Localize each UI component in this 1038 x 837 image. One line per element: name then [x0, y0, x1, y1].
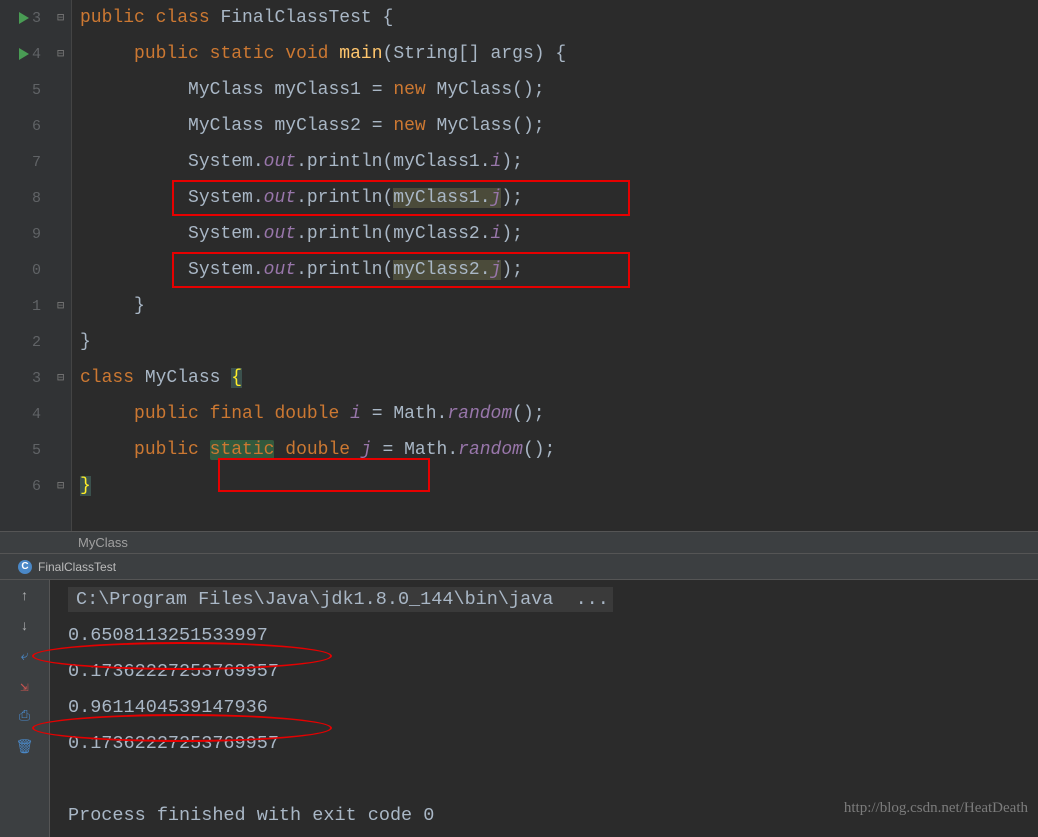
editor-area: 3⊟ 4⊟ 5 6 7 8 9 0 1⊟ 2 3⊟ 4 5 6⊟ public … — [0, 0, 1038, 531]
code-line: public final double i = Math.random(); — [72, 396, 1038, 432]
wrap-icon[interactable]: ⤶ — [16, 648, 34, 666]
breadcrumb-bar: MyClass — [0, 531, 1038, 554]
code-line: System.out.println(myClass2.i); — [72, 216, 1038, 252]
code-line: MyClass myClass2 = new MyClass(); — [72, 108, 1038, 144]
run-gutter-icon[interactable] — [19, 12, 29, 24]
console-toolbar: ↑ ↓ ⤶ ⇲ ⎙ 🗑 — [0, 580, 50, 837]
code-line: } — [72, 288, 1038, 324]
console-line — [68, 762, 1038, 798]
code-editor[interactable]: public class FinalClassTest { public sta… — [72, 0, 1038, 531]
code-line: System.out.println(myClass1.i); — [72, 144, 1038, 180]
gutter[interactable]: 3⊟ 4⊟ 5 6 7 8 9 0 1⊟ 2 3⊟ 4 5 6⊟ — [0, 0, 72, 531]
console-area: ↑ ↓ ⤶ ⇲ ⎙ 🗑 C:\Program Files\Java\jdk1.8… — [0, 580, 1038, 837]
run-tab-label[interactable]: FinalClassTest — [38, 560, 116, 574]
line-number[interactable]: 3⊟ — [0, 0, 71, 36]
export-icon[interactable]: ⇲ — [16, 678, 34, 696]
print-icon[interactable]: ⎙ — [16, 708, 34, 726]
console-output[interactable]: C:\Program Files\Java\jdk1.8.0_144\bin\j… — [50, 580, 1038, 837]
fold-icon[interactable]: ⊟ — [57, 481, 67, 491]
code-line: } — [72, 468, 1038, 504]
code-line: public static void main(String[] args) { — [72, 36, 1038, 72]
fold-icon[interactable]: ⊟ — [57, 49, 67, 59]
line-number[interactable]: 4⊟ — [0, 36, 71, 72]
code-line: public class FinalClassTest { — [72, 0, 1038, 36]
arrow-up-icon[interactable]: ↑ — [16, 588, 34, 606]
code-line: MyClass myClass1 = new MyClass(); — [72, 72, 1038, 108]
fold-icon[interactable]: ⊟ — [57, 301, 67, 311]
line-number[interactable]: 2 — [0, 324, 71, 360]
code-line: System.out.println(myClass2.j); — [72, 252, 1038, 288]
fold-icon[interactable]: ⊟ — [57, 13, 67, 23]
line-number[interactable]: 9 — [0, 216, 71, 252]
trash-icon[interactable]: 🗑 — [16, 738, 34, 756]
arrow-down-icon[interactable]: ↓ — [16, 618, 34, 636]
line-number[interactable]: 7 — [0, 144, 71, 180]
code-line: public static double j = Math.random(); — [72, 432, 1038, 468]
breadcrumb-item[interactable]: MyClass — [78, 535, 128, 550]
line-number[interactable]: 6 — [0, 108, 71, 144]
run-gutter-icon[interactable] — [19, 48, 29, 60]
line-number[interactable]: 4 — [0, 396, 71, 432]
console-line: 0.17362227253769957 — [68, 654, 1038, 690]
line-number[interactable]: 3⊟ — [0, 360, 71, 396]
line-number[interactable]: 1⊟ — [0, 288, 71, 324]
code-line: } — [72, 324, 1038, 360]
code-line: System.out.println(myClass1.j); — [72, 180, 1038, 216]
code-line: class MyClass { — [72, 360, 1038, 396]
line-number[interactable]: 5 — [0, 72, 71, 108]
class-icon: C — [18, 560, 32, 574]
line-number[interactable]: 6⊟ — [0, 468, 71, 504]
line-number[interactable]: 8 — [0, 180, 71, 216]
fold-icon[interactable]: ⊟ — [57, 373, 67, 383]
console-line: C:\Program Files\Java\jdk1.8.0_144\bin\j… — [68, 582, 1038, 618]
watermark-text: http://blog.csdn.net/HeatDeath — [844, 800, 1028, 817]
run-tab-bar: C FinalClassTest — [0, 554, 1038, 580]
console-line: 0.9611404539147936 — [68, 690, 1038, 726]
console-line: 0.17362227253769957 — [68, 726, 1038, 762]
console-line: 0.6508113251533997 — [68, 618, 1038, 654]
line-number[interactable]: 5 — [0, 432, 71, 468]
line-number[interactable]: 0 — [0, 252, 71, 288]
